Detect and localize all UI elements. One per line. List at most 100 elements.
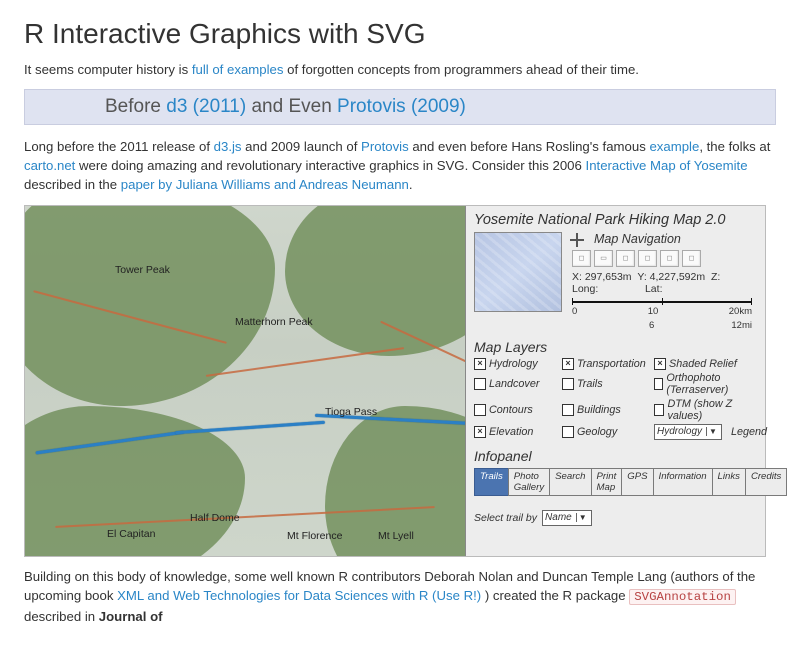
d3js-link[interactable]: d3.js xyxy=(214,139,242,154)
map-label-el-capitan: El Capitan xyxy=(107,528,155,540)
nav-button[interactable]: ▭ xyxy=(594,250,613,267)
recenter-icon[interactable] xyxy=(570,233,585,248)
layer-checkbox[interactable]: Elevation xyxy=(474,424,562,440)
yosemite-map-link[interactable]: Interactive Map of Yosemite xyxy=(586,158,748,173)
layer-checkbox[interactable]: DTM (show Z values) xyxy=(654,398,754,422)
map-label-matterhorn: Matterhorn Peak xyxy=(235,316,313,328)
layer-checkbox[interactable]: Hydrology xyxy=(474,358,562,370)
text: . xyxy=(409,177,413,192)
layer-label: Transportation xyxy=(577,358,646,370)
text: Before xyxy=(105,96,166,117)
layer-checkbox[interactable]: Geology xyxy=(562,424,654,440)
protovis-link[interactable]: Protovis xyxy=(361,139,409,154)
checkbox-icon xyxy=(562,404,574,416)
d3-link[interactable]: d3 (2011) xyxy=(166,96,246,117)
legend-dropdown[interactable]: Hydrology▼ xyxy=(654,424,722,440)
text: and Even xyxy=(246,96,337,117)
checkbox-icon xyxy=(474,378,486,390)
intro-paragraph: It seems computer history is full of exa… xyxy=(24,60,776,79)
tab-trails[interactable]: Trails xyxy=(474,468,509,496)
panel-title: Yosemite National Park Hiking Map 2.0 xyxy=(474,212,757,228)
layer-label: Shaded Relief xyxy=(669,358,737,370)
legend-label: Legend xyxy=(731,426,767,438)
layer-label: Orthophoto (Terraserver) xyxy=(666,372,754,396)
journal-name: Journal of xyxy=(99,609,163,624)
nav-button[interactable]: ◻ xyxy=(616,250,635,267)
layer-label: Buildings xyxy=(577,404,621,416)
subheading-banner: Before d3 (2011) and Even Protovis (2009… xyxy=(24,89,776,125)
layers-title: Map Layers xyxy=(474,339,757,355)
map-control-panel: Yosemite National Park Hiking Map 2.0 Ma… xyxy=(465,206,765,556)
yosemite-map-figure: Tower Peak Matterhorn Peak Tioga Pass Ha… xyxy=(24,205,766,557)
text: ) created the R package xyxy=(481,588,629,603)
cartonet-link[interactable]: carto.net xyxy=(24,158,75,173)
map-canvas[interactable]: Tower Peak Matterhorn Peak Tioga Pass Ha… xyxy=(25,206,465,556)
book-link[interactable]: XML and Web Technologies for Data Scienc… xyxy=(117,588,481,603)
map-label-mt-lyell: Mt Lyell xyxy=(378,530,414,542)
text: described in the xyxy=(24,177,121,192)
map-label-mt-florence: Mt Florence xyxy=(287,530,342,542)
overview-thumbnail[interactable] xyxy=(474,232,562,312)
nav-button[interactable]: ◻ xyxy=(660,250,679,267)
history-paragraph: Long before the 2011 release of d3.js an… xyxy=(24,137,776,194)
page-title: R Interactive Graphics with SVG xyxy=(24,18,776,50)
map-label-tower-peak: Tower Peak xyxy=(115,264,170,276)
select-trail-dropdown[interactable]: Name▼ xyxy=(542,510,592,526)
closing-paragraph: Building on this body of knowledge, some… xyxy=(24,567,776,626)
layer-checkbox[interactable]: Orthophoto (Terraserver) xyxy=(654,372,754,396)
tab-information[interactable]: Information xyxy=(653,468,713,496)
coordinates-readout: X: 297,653m Y: 4,227,592m Z: Long: Lat: xyxy=(572,271,757,295)
map-label-half-dome: Half Dome xyxy=(190,512,240,524)
tab-gps[interactable]: GPS xyxy=(621,468,653,496)
layer-checkbox[interactable]: Contours xyxy=(474,398,562,422)
layer-label: Elevation xyxy=(489,426,533,438)
checkbox-icon xyxy=(474,426,486,438)
checkbox-icon xyxy=(654,358,666,370)
legend-control[interactable]: Hydrology▼ Legend xyxy=(654,424,754,440)
checkbox-icon xyxy=(474,358,486,370)
nav-button[interactable]: ◻ xyxy=(682,250,701,267)
text: , the folks at xyxy=(699,139,770,154)
tab-credits[interactable]: Credits xyxy=(745,468,787,496)
layer-checkbox[interactable]: Shaded Relief xyxy=(654,358,754,370)
examples-link[interactable]: full of examples xyxy=(192,62,284,77)
tab-search[interactable]: Search xyxy=(549,468,591,496)
select-trail-label: Select trail by xyxy=(474,512,537,524)
text: described in xyxy=(24,609,99,624)
checkbox-icon xyxy=(654,378,663,390)
layer-label: Trails xyxy=(577,378,603,390)
checkbox-icon xyxy=(562,426,574,438)
scale-bar: 01020km 612mi xyxy=(572,301,757,331)
layer-label: DTM (show Z values) xyxy=(667,398,754,422)
layer-label: Contours xyxy=(489,404,533,416)
text: and 2009 launch of xyxy=(242,139,362,154)
layer-checkbox[interactable]: Trails xyxy=(562,372,654,396)
tab-links[interactable]: Links xyxy=(712,468,746,496)
nav-button[interactable]: ◻ xyxy=(638,250,657,267)
layer-label: Hydrology xyxy=(489,358,538,370)
nav-button[interactable]: ◻ xyxy=(572,250,591,267)
checkbox-icon xyxy=(654,404,664,416)
infopanel-title: Infopanel xyxy=(474,448,757,464)
text: were doing amazing and revolutionary int… xyxy=(75,158,585,173)
protovis-link[interactable]: Protovis (2009) xyxy=(337,96,466,117)
layer-checkbox[interactable]: Transportation xyxy=(562,358,654,370)
nav-title: Map Navigation xyxy=(594,232,681,246)
tab-photo-gallery[interactable]: Photo Gallery xyxy=(508,468,550,496)
layer-label: Geology xyxy=(577,426,617,438)
text: of forgotten concepts from programmers a… xyxy=(283,62,639,77)
checkbox-icon xyxy=(562,358,574,370)
tab-print-map[interactable]: Print Map xyxy=(591,468,623,496)
layer-checkbox[interactable]: Landcover xyxy=(474,372,562,396)
checkbox-icon xyxy=(474,404,486,416)
checkbox-icon xyxy=(562,378,574,390)
text: and even before Hans Rosling's famous xyxy=(409,139,650,154)
layer-checkbox[interactable]: Buildings xyxy=(562,398,654,422)
text: It seems computer history is xyxy=(24,62,192,77)
rosling-example-link[interactable]: example xyxy=(649,139,699,154)
text: Long before the 2011 release of xyxy=(24,139,214,154)
map-label-tioga: Tioga Pass xyxy=(325,406,377,418)
paper-link[interactable]: paper by Juliana Williams and Andreas Ne… xyxy=(121,177,409,192)
svgannotation-code: SVGAnnotation xyxy=(629,589,736,605)
layer-label: Landcover xyxy=(489,378,539,390)
